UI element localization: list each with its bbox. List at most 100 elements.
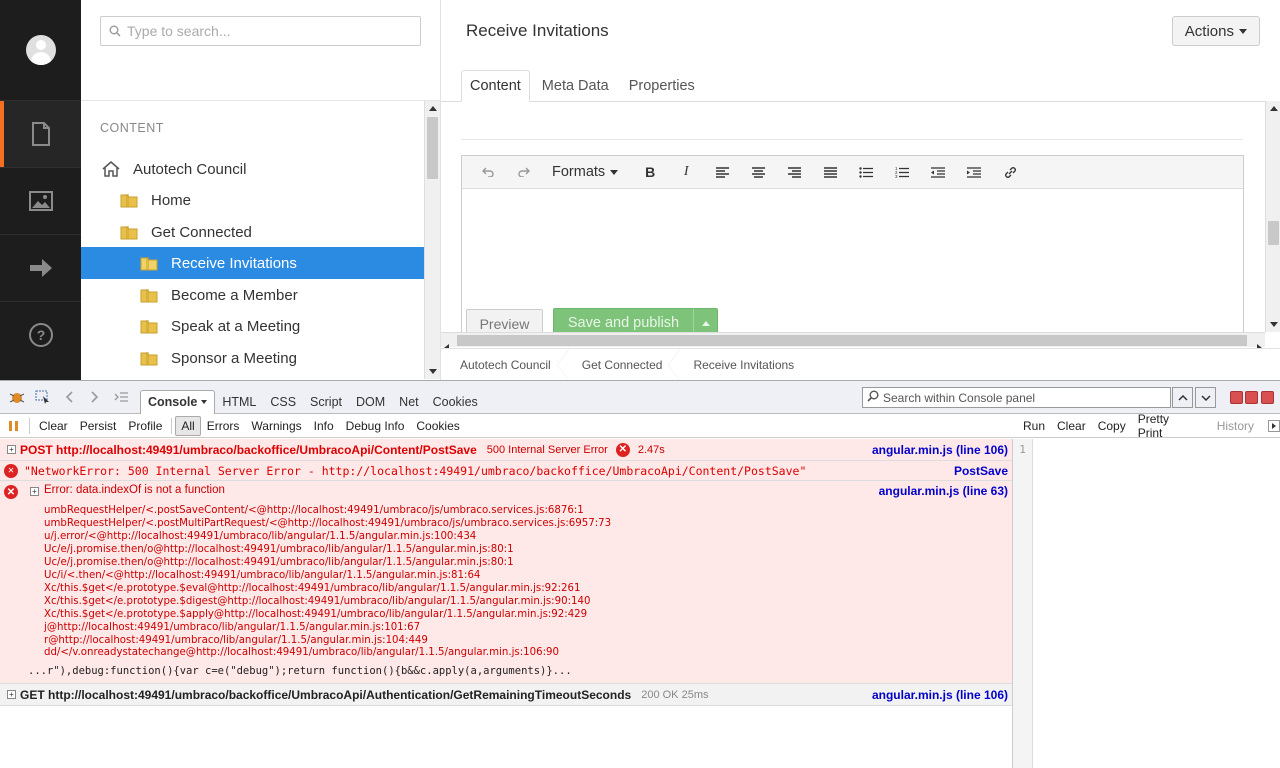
outdent-icon[interactable] xyxy=(920,157,956,187)
tree-node-speak-at-a-meeting[interactable]: Speak at a Meeting xyxy=(81,310,424,342)
persist-button[interactable]: Persist xyxy=(74,416,123,436)
redo-icon[interactable] xyxy=(506,157,542,187)
scroll-up-arrow-icon[interactable] xyxy=(1266,101,1280,116)
align-left-icon[interactable] xyxy=(704,157,740,187)
help-icon[interactable]: ? xyxy=(0,301,81,368)
actions-button[interactable]: Actions xyxy=(1171,16,1260,46)
breadcrumb-item[interactable]: Autotech Council xyxy=(441,348,569,381)
tree-node-receive-invitations[interactable]: Receive Invitations xyxy=(81,247,424,279)
copy-button[interactable]: Copy xyxy=(1092,416,1132,436)
user-avatar-area[interactable] xyxy=(0,0,81,100)
forward-arrow-icon[interactable] xyxy=(82,386,108,408)
link-icon[interactable] xyxy=(992,157,1028,187)
search-prev-icon[interactable] xyxy=(1172,387,1193,408)
tree-node-home[interactable]: Home xyxy=(81,184,424,216)
indent-icon[interactable] xyxy=(956,157,992,187)
forms-arrow-icon[interactable] xyxy=(0,234,81,301)
scroll-thumb[interactable] xyxy=(457,335,1247,346)
log-row-post[interactable]: + POST http://localhost:49491/umbraco/ba… xyxy=(0,439,1012,461)
formats-dropdown[interactable]: Formats xyxy=(542,157,628,187)
tab-content[interactable]: Content xyxy=(461,70,530,102)
tree-node-become-a-member[interactable]: Become a Member xyxy=(81,279,424,311)
command-line-icon[interactable] xyxy=(108,386,134,408)
filter-errors[interactable]: Errors xyxy=(201,416,246,436)
console-search[interactable] xyxy=(862,387,1171,408)
detach-icon[interactable] xyxy=(1245,391,1258,404)
tree-search[interactable] xyxy=(100,16,421,46)
filter-cookies[interactable]: Cookies xyxy=(410,416,465,436)
breadcrumb-item[interactable]: Receive Invitations xyxy=(674,349,806,381)
minimize-icon[interactable] xyxy=(1230,391,1243,404)
numbered-list-icon[interactable]: 123 xyxy=(884,157,920,187)
tab-script[interactable]: Script xyxy=(303,390,349,414)
run-button[interactable]: Run xyxy=(1017,416,1051,436)
expand-icon[interactable]: + xyxy=(7,690,16,699)
log-row-get[interactable]: + GET http://localhost:49491/umbraco/bac… xyxy=(0,684,1012,706)
search-input[interactable] xyxy=(127,23,407,39)
request-url[interactable]: GET http://localhost:49491/umbraco/backo… xyxy=(20,688,631,702)
tab-properties[interactable]: Properties xyxy=(621,70,703,102)
tree-scrollbar[interactable] xyxy=(424,101,440,379)
close-icon[interactable] xyxy=(1261,391,1274,404)
expand-right-icon[interactable] xyxy=(1268,420,1280,432)
align-justify-icon[interactable] xyxy=(812,157,848,187)
svg-text:?: ? xyxy=(36,327,45,343)
profile-button[interactable]: Profile xyxy=(122,416,168,436)
scroll-down-arrow-icon[interactable] xyxy=(1266,317,1280,332)
break-on-error-icon[interactable] xyxy=(2,415,26,437)
avatar[interactable] xyxy=(25,35,56,65)
editor-vertical-scrollbar[interactable] xyxy=(1265,101,1280,332)
scroll-thumb[interactable] xyxy=(1268,221,1279,245)
filter-all[interactable]: All xyxy=(175,415,201,436)
tab-dom[interactable]: DOM xyxy=(349,390,392,414)
error-icon: ✕ xyxy=(4,463,18,478)
history-button[interactable]: History xyxy=(1211,416,1260,436)
align-center-icon[interactable] xyxy=(740,157,776,187)
inspect-element-icon[interactable] xyxy=(30,386,56,408)
filter-warnings[interactable]: Warnings xyxy=(245,416,307,436)
undo-icon[interactable] xyxy=(470,157,506,187)
clear-console-button[interactable]: Clear xyxy=(33,416,74,436)
expand-icon[interactable]: + xyxy=(30,487,39,496)
content-section-icon[interactable] xyxy=(0,100,81,167)
request-url[interactable]: POST http://localhost:49491/umbraco/back… xyxy=(20,443,477,457)
error-title[interactable]: Error: data.indexOf is not a function xyxy=(44,484,225,496)
source-link[interactable]: PostSave xyxy=(954,464,1008,478)
italic-icon[interactable]: I xyxy=(668,157,704,187)
tab-cookies[interactable]: Cookies xyxy=(426,390,485,414)
command-editor[interactable]: 1 xyxy=(1012,439,1280,768)
media-section-icon[interactable] xyxy=(0,167,81,234)
tab-html[interactable]: HTML xyxy=(215,390,263,414)
source-link[interactable]: angular.min.js (line 106) xyxy=(872,688,1008,702)
tree-node-get-connected[interactable]: Get Connected xyxy=(81,216,424,248)
tab-net[interactable]: Net xyxy=(392,390,425,414)
bullet-list-icon[interactable] xyxy=(848,157,884,187)
filter-debug-info[interactable]: Debug Info xyxy=(340,416,411,436)
align-right-icon[interactable] xyxy=(776,157,812,187)
console-search-input[interactable] xyxy=(883,390,1163,405)
tab-meta-data[interactable]: Meta Data xyxy=(534,70,617,102)
tab-console[interactable]: Console xyxy=(140,389,216,414)
source-link[interactable]: angular.min.js (line 106) xyxy=(872,443,1008,457)
scroll-thumb[interactable] xyxy=(427,117,438,179)
tree-node-sponsor-a-meeting[interactable]: Sponsor a Meeting xyxy=(81,342,424,374)
tree-node-label: Sponsor a Meeting xyxy=(171,349,297,367)
clear-command-button[interactable]: Clear xyxy=(1051,416,1092,436)
tab-css[interactable]: CSS xyxy=(263,390,303,414)
search-next-icon[interactable] xyxy=(1195,387,1216,408)
firebug-bug-icon[interactable] xyxy=(4,386,30,408)
tree-node-autotech-council[interactable]: Autotech Council xyxy=(81,153,424,185)
console-log: + POST http://localhost:49491/umbraco/ba… xyxy=(0,439,1012,768)
scroll-down-arrow-icon[interactable] xyxy=(425,364,440,379)
source-link[interactable]: angular.min.js (line 63) xyxy=(879,484,1008,498)
bold-icon[interactable]: B xyxy=(632,157,668,187)
breadcrumb-item[interactable]: Get Connected xyxy=(563,348,681,381)
pretty-print-button[interactable]: Pretty Print xyxy=(1132,412,1203,440)
expand-icon[interactable]: + xyxy=(7,445,16,454)
actions-label: Actions xyxy=(1184,22,1234,40)
filter-info[interactable]: Info xyxy=(308,416,340,436)
search-icon xyxy=(109,22,121,41)
scroll-up-arrow-icon[interactable] xyxy=(425,101,440,116)
editor-horizontal-scrollbar[interactable] xyxy=(441,332,1265,352)
back-arrow-icon[interactable] xyxy=(56,386,82,408)
